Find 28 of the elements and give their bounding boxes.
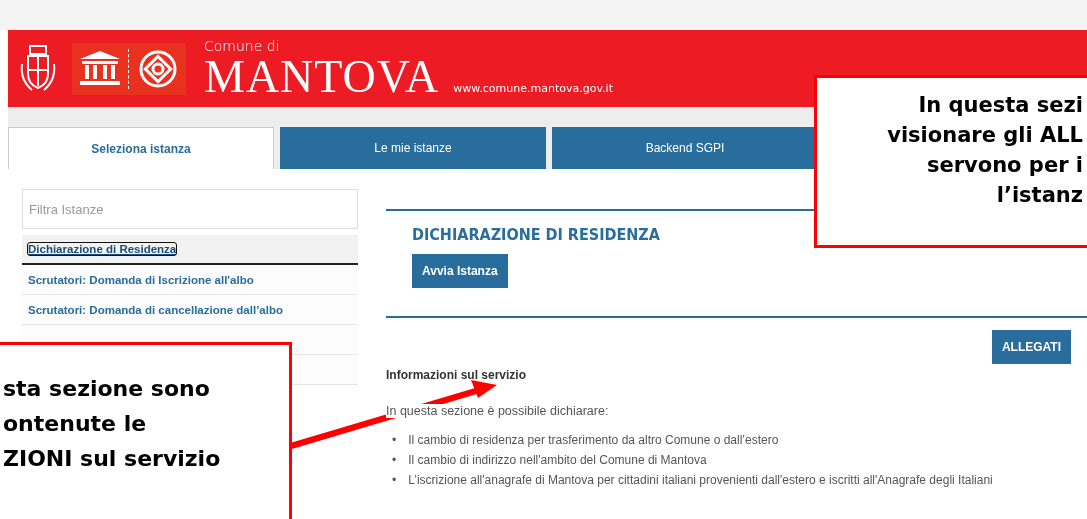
- website-url: www.comune.mantova.gov.it: [453, 81, 613, 95]
- attachments-button[interactable]: ALLEGATI: [991, 330, 1071, 364]
- callout-text: sta sezione sono: [3, 375, 211, 403]
- bullet-item: Il cambio di indirizzo nell'ambito del Comune di Mantova: [408, 452, 707, 469]
- city-name: MANTOVA: [204, 53, 440, 100]
- bullet-marker: •: [392, 452, 397, 469]
- service-list-item[interactable]: Dichiarazione di Residenza: [22, 235, 358, 265]
- heritage-emblem-icon: [138, 48, 178, 89]
- service-title: DICHIARAZIONE DI RESIDENZA: [412, 225, 661, 244]
- callout-text: ZIONI sul servizio: [3, 445, 222, 473]
- bullet-item: L’iscrizione all'anagrafe di Mantova per cittadini italiani provenienti dall'estero e iscritti all'Anagrafe degli Italiani: [408, 472, 993, 489]
- bullet-item: Il cambio di residenza per trasferimento da altro Comune o dall’estero: [408, 432, 779, 449]
- callout-text: l’istanz: [996, 182, 1083, 209]
- tab[interactable]: Seleziona istanza: [8, 127, 274, 169]
- filter-field[interactable]: Filtra Istanze: [22, 189, 358, 229]
- callout-text: servono per i: [926, 152, 1083, 179]
- callout-text: visionare gli ALL: [887, 122, 1083, 149]
- municipality-label: Comune di: [204, 37, 281, 54]
- callout-text: In questa sezi: [918, 92, 1083, 119]
- bullet-marker: •: [392, 432, 397, 449]
- callout-text: ontenute le: [3, 410, 148, 438]
- tab[interactable]: Le mie istanze: [280, 127, 546, 169]
- start-button[interactable]: Avvia Istanza: [412, 254, 508, 288]
- coat-of-arms-icon: [18, 43, 58, 94]
- section-heading: Informazioni sul servizio: [386, 368, 528, 382]
- bullet-marker: •: [392, 472, 397, 489]
- intro-text: In questa sezione è possibile dichiarare:: [386, 404, 609, 418]
- temple-icon: [80, 50, 120, 87]
